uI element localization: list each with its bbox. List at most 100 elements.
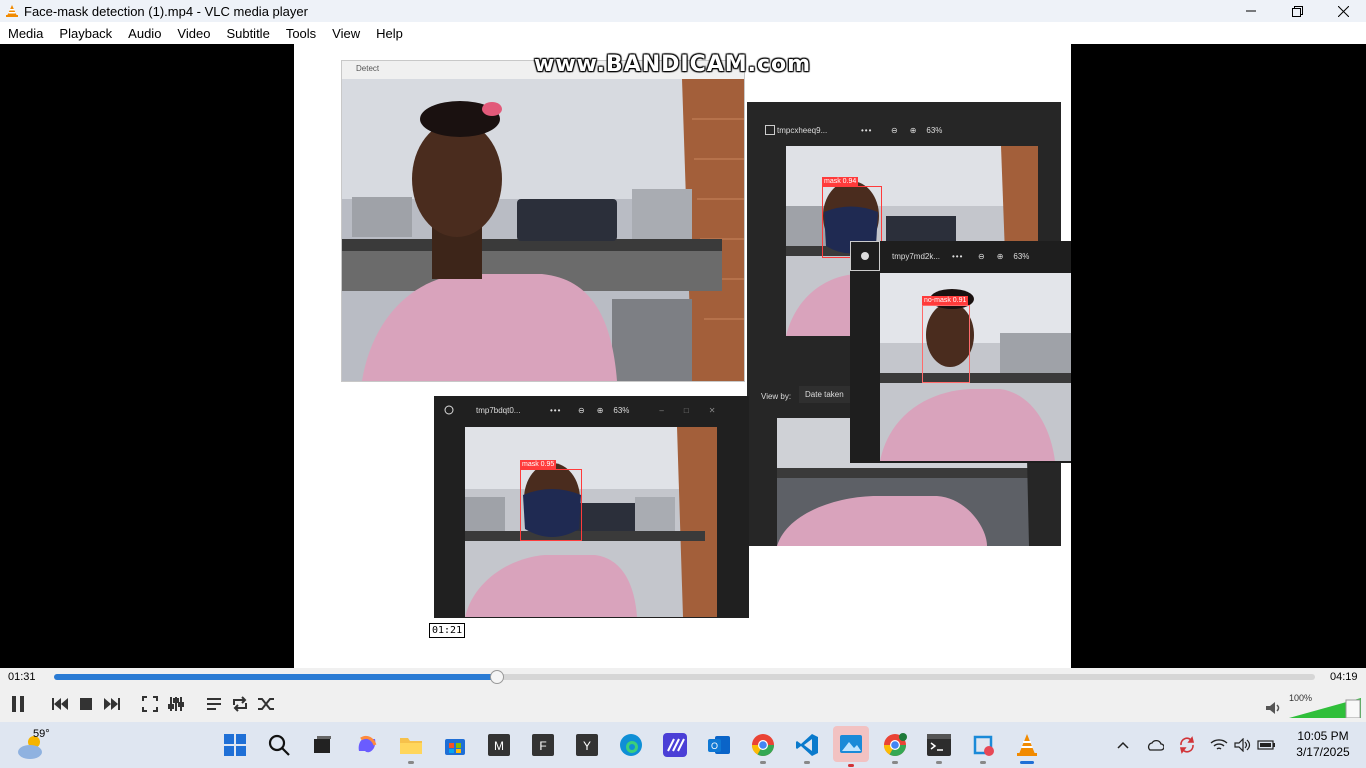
menu-video[interactable]: Video <box>169 26 218 41</box>
fullscreen-button[interactable] <box>138 692 162 716</box>
search-icon <box>268 734 290 756</box>
chevron-up-icon <box>1117 741 1129 749</box>
photo-viewer-3[interactable]: tmp7bdqt0... ••• ⊖ ⊕ 63% – □ ✕ mask 0.95 <box>434 396 749 618</box>
m-app-button[interactable]: M <box>485 731 513 759</box>
wifi-icon <box>1210 739 1228 750</box>
shuffle-button[interactable] <box>254 692 278 716</box>
viewer-3-close-icon[interactable]: ✕ <box>709 406 716 415</box>
seek-handle[interactable] <box>489 670 504 684</box>
equalizer-icon <box>168 697 184 711</box>
taskbar-clock[interactable]: 10:05 PM 3/17/2025 <box>1288 728 1358 760</box>
video-frame: Detect tmpcxheeq9... ••• ⊖ ⊕ 63% mask 0.… <box>294 44 1071 668</box>
edge-button[interactable] <box>617 731 645 759</box>
f-letter-icon: F <box>532 734 554 756</box>
mute-button[interactable] <box>1261 696 1285 720</box>
onedrive-tray[interactable] <box>1144 734 1166 756</box>
viewer-2-image: no-mask 0.91 <box>880 273 1071 461</box>
weather-temp: 59° <box>33 728 50 740</box>
snipping-tool-icon <box>973 735 994 756</box>
menu-help[interactable]: Help <box>368 26 411 41</box>
snipping-tool-button[interactable] <box>969 731 997 764</box>
playlist-button[interactable] <box>202 692 226 716</box>
copilot-button[interactable] <box>353 731 381 759</box>
wifi-tray[interactable] <box>1208 734 1230 756</box>
zoom-out-icon[interactable]: ⊖ <box>578 406 585 415</box>
search-button[interactable] <box>265 731 293 759</box>
y-app-button[interactable]: Y <box>573 731 601 759</box>
store-button[interactable] <box>441 731 469 759</box>
volume-slider[interactable] <box>1289 698 1361 718</box>
outlook-button[interactable]: O <box>705 731 733 759</box>
folder-icon <box>400 738 422 754</box>
windows-start-icon <box>224 734 246 756</box>
total-time[interactable]: 04:19 <box>1330 671 1358 683</box>
viewer-1-filename: tmpcxheeq9... <box>777 125 828 135</box>
pause-button[interactable] <box>6 692 30 716</box>
weather-widget[interactable]: 59° <box>16 728 56 762</box>
clipchamp-button[interactable] <box>661 731 689 759</box>
edge-icon <box>620 734 642 756</box>
vlc-taskbar-button[interactable] <box>1013 731 1041 764</box>
f-app-button[interactable]: F <box>529 731 557 759</box>
seek-progress <box>54 674 497 680</box>
viewer-3-filename: tmp7bdqt0... <box>476 405 521 415</box>
vlc-cone-icon <box>6 5 18 17</box>
view-by-select[interactable]: Date taken <box>799 386 850 403</box>
menu-playback[interactable]: Playback <box>51 26 120 41</box>
close-button[interactable] <box>1320 0 1366 22</box>
viewer-3-maximize-icon[interactable]: □ <box>684 406 689 415</box>
more-options-icon[interactable]: ••• <box>952 252 974 261</box>
shuffle-icon <box>258 698 274 710</box>
photos-app-icon <box>765 125 775 135</box>
svg-text:O: O <box>711 741 718 751</box>
battery-tray[interactable] <box>1256 734 1278 756</box>
loop-icon <box>233 696 247 712</box>
start-button[interactable] <box>221 731 249 759</box>
video-area[interactable]: Detect tmpcxheeq9... ••• ⊖ ⊕ 63% mask 0.… <box>0 44 1366 668</box>
photos-button[interactable] <box>833 726 869 767</box>
task-view-icon <box>314 736 331 753</box>
view-by-label: View by: <box>761 392 792 401</box>
menu-tools[interactable]: Tools <box>278 26 324 41</box>
detect-window: Detect <box>341 60 745 382</box>
photos-icon <box>840 735 862 753</box>
viewer-3-minimize-icon[interactable]: – <box>659 406 663 415</box>
menu-audio[interactable]: Audio <box>120 26 169 41</box>
controls-bar: 100% <box>0 688 1366 722</box>
minimize-icon <box>1246 10 1256 12</box>
chrome-profile-button[interactable] <box>749 731 777 764</box>
menu-media[interactable]: Media <box>0 26 51 41</box>
zoom-out-icon[interactable]: ⊖ <box>978 252 985 261</box>
chrome-icon <box>884 733 907 756</box>
minimize-button[interactable] <box>1228 0 1274 22</box>
task-view-button[interactable] <box>308 731 336 759</box>
stop-button[interactable] <box>74 692 98 716</box>
vscode-button[interactable] <box>793 731 821 764</box>
seek-hover-timestamp: 01:21 <box>429 623 466 638</box>
elapsed-time[interactable]: 01:31 <box>8 671 36 683</box>
next-button[interactable] <box>100 692 124 716</box>
chrome-button[interactable] <box>881 731 909 764</box>
photo-viewer-2[interactable]: tmpy7md2k... ••• ⊖ ⊕ 63% no-mask 0.91 <box>850 241 1071 463</box>
zoom-in-icon[interactable]: ⊕ <box>997 252 1004 261</box>
terminal-button[interactable] <box>925 731 953 764</box>
volume-tray[interactable] <box>1232 734 1254 756</box>
svg-text:M: M <box>494 739 504 753</box>
file-explorer-button[interactable] <box>397 731 425 764</box>
vscode-icon <box>796 734 818 756</box>
more-options-icon[interactable]: ••• <box>861 126 883 135</box>
svg-text:Y: Y <box>583 739 591 753</box>
previous-button[interactable] <box>48 692 72 716</box>
zoom-in-icon[interactable]: ⊕ <box>597 406 604 415</box>
more-options-icon[interactable]: ••• <box>550 406 572 415</box>
extended-settings-button[interactable] <box>164 692 188 716</box>
menu-view[interactable]: View <box>324 26 368 41</box>
show-hidden-icons-button[interactable] <box>1112 734 1134 756</box>
zoom-in-icon[interactable]: ⊕ <box>910 126 917 135</box>
sync-tray[interactable] <box>1176 734 1198 756</box>
zoom-out-icon[interactable]: ⊖ <box>891 126 898 135</box>
menu-subtitle[interactable]: Subtitle <box>218 26 277 41</box>
seek-slider[interactable] <box>54 670 1315 684</box>
loop-button[interactable] <box>228 692 252 716</box>
maximize-button[interactable] <box>1274 0 1320 22</box>
